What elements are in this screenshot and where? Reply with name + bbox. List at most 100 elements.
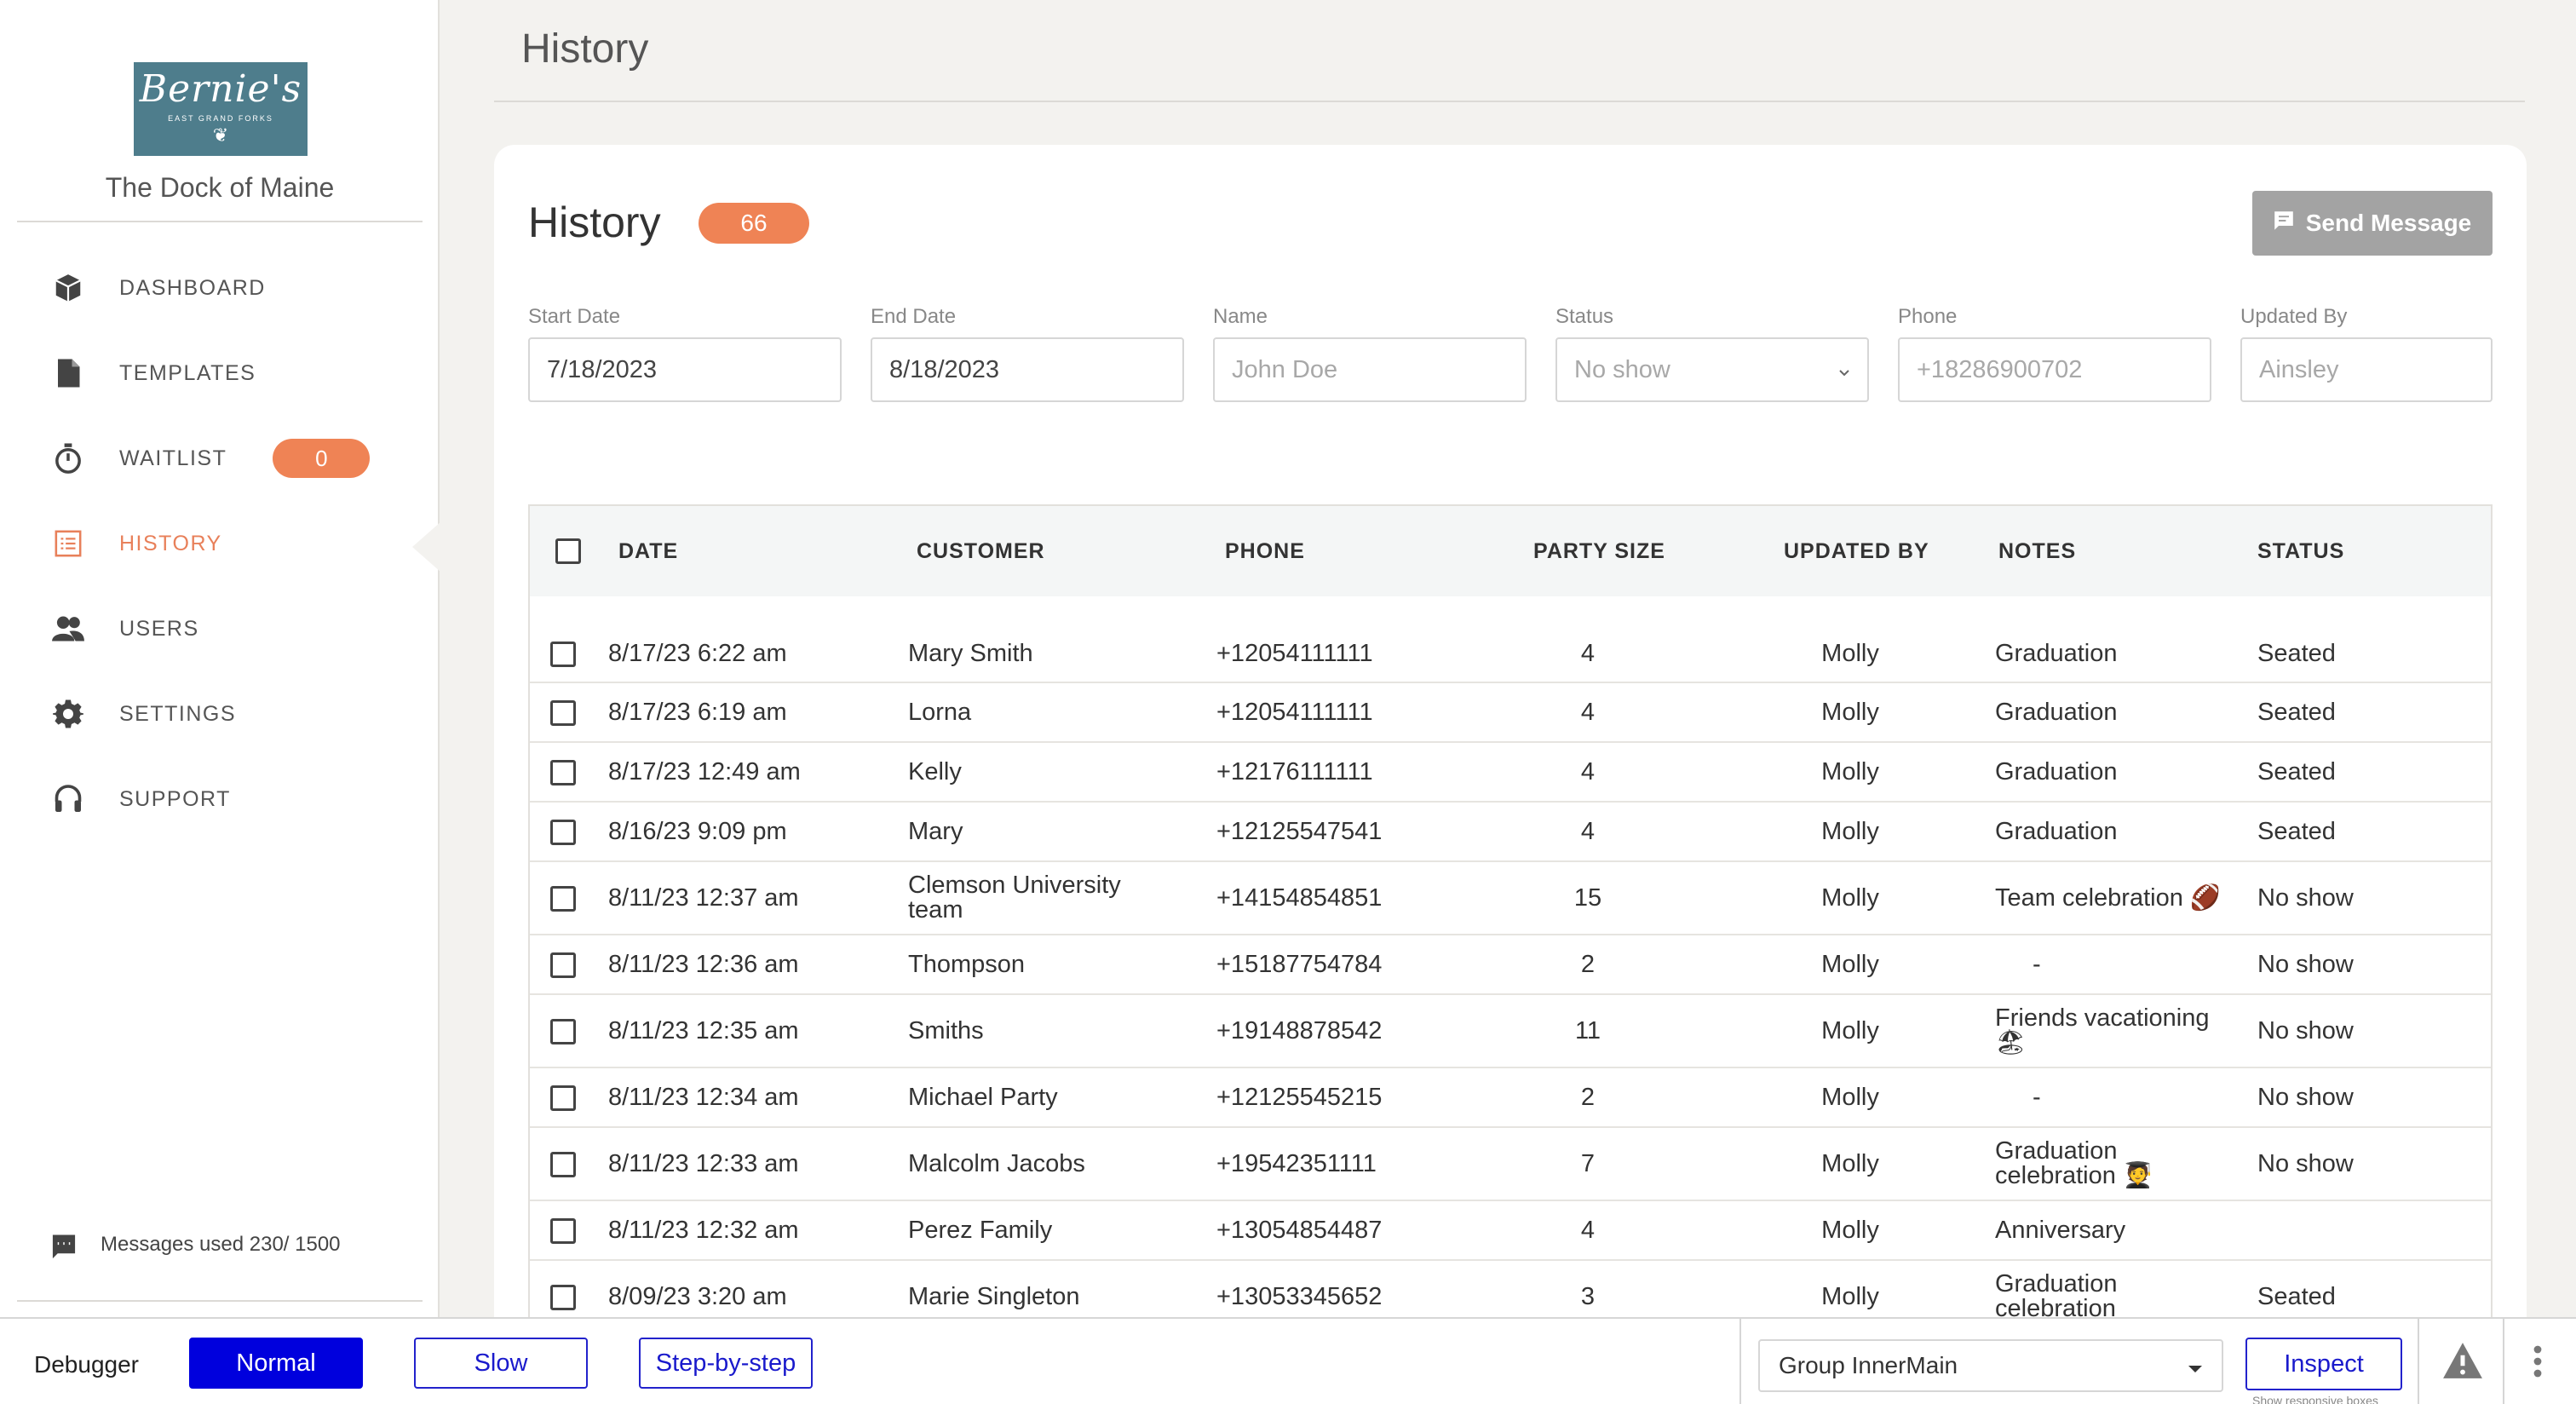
cell-updated-by: Molly: [1816, 803, 1884, 860]
table-row[interactable]: 8/17/23 6:19 am Lorna +12054111111 4 Molly Gr…: [530, 683, 2491, 743]
cell-customer: Mary Smith: [908, 625, 1164, 682]
cell-party-size-text: 2: [1580, 1083, 1596, 1111]
start-date-input[interactable]: 7/18/2023: [528, 337, 842, 402]
sidebar-item-templates[interactable]: TEMPLATES: [51, 348, 426, 399]
send-message-button[interactable]: Send Message: [2252, 191, 2493, 256]
cell-notes-text: Graduation: [1995, 698, 2118, 726]
table-row[interactable]: 8/17/23 6:22 am Mary Smith +12054111111 4 Mo…: [530, 625, 2491, 683]
col-notes[interactable]: NOTES: [1998, 539, 2076, 564]
row-checkbox[interactable]: [550, 700, 576, 726]
headset-icon: [51, 782, 85, 816]
row-checkbox[interactable]: [550, 642, 576, 667]
cell-notes-text: Graduation: [1995, 639, 2118, 667]
table-body: 8/17/23 6:22 am Mary Smith +12054111111 4 Mo…: [530, 625, 2491, 1334]
message-icon: [2274, 210, 2294, 237]
cell-phone: +15187754784: [1216, 935, 1382, 993]
col-updated-by[interactable]: UPDATED BY: [1784, 539, 1929, 564]
row-checkbox[interactable]: [550, 820, 576, 845]
cell-customer-text: Perez Family: [908, 1216, 1053, 1244]
row-checkbox[interactable]: [550, 1285, 576, 1310]
cell-date: 8/11/23 12:33 am: [608, 1128, 799, 1200]
cell-phone-text: +12125547541: [1216, 817, 1383, 845]
warning-icon[interactable]: [2441, 1341, 2484, 1384]
cell-status: Seated: [2257, 743, 2336, 801]
cell-notes: Friends vacationing 🏖: [1995, 995, 2234, 1067]
cell-updated-by: Molly: [1816, 1068, 1884, 1126]
cell-status-text: Seated: [2257, 757, 2336, 785]
sidebar-item-support[interactable]: SUPPORT: [51, 774, 426, 825]
inspect-button[interactable]: Inspect: [2245, 1338, 2402, 1390]
active-indicator: [412, 521, 441, 573]
row-checkbox[interactable]: [550, 886, 576, 912]
cell-date-text: 8/11/23 12:37 am: [608, 883, 799, 912]
col-date[interactable]: DATE: [618, 539, 678, 564]
row-checkbox[interactable]: [550, 1019, 576, 1044]
cell-notes-text: Friends vacationing 🏖: [1995, 1004, 2210, 1056]
cell-updated-by-text: Molly: [1821, 1083, 1879, 1111]
table-row[interactable]: 8/16/23 9:09 pm Mary +12125547541 4 Molly Gra…: [530, 803, 2491, 862]
cell-customer-text: Malcolm Jacobs: [908, 1149, 1085, 1177]
row-checkbox[interactable]: [550, 760, 576, 785]
row-checkbox[interactable]: [550, 1218, 576, 1244]
cell-phone: +19148878542: [1216, 995, 1382, 1067]
debugger-bar: Debugger Normal Slow Step-by-step Group …: [0, 1317, 2576, 1404]
cell-phone-text: +12054111111: [1216, 698, 1373, 726]
cell-notes-text: Graduation: [1995, 817, 2118, 845]
col-status[interactable]: STATUS: [2257, 539, 2344, 564]
cell-party-size: 2: [1554, 935, 1622, 993]
table-row[interactable]: 8/11/23 12:37 am Clemson University team +…: [530, 862, 2491, 935]
mode-step-button[interactable]: Step-by-step: [639, 1338, 813, 1389]
mode-slow-button[interactable]: Slow: [414, 1338, 588, 1389]
name-input[interactable]: [1213, 337, 1527, 402]
history-table: DATE CUSTOMER PHONE PARTY SIZE UPDATED B…: [528, 504, 2493, 1338]
group-select[interactable]: Group InnerMain: [1758, 1339, 2223, 1392]
logo-tagline: EAST GRAND FORKS: [168, 114, 273, 123]
cell-date-text: 8/17/23 6:19 am: [608, 698, 787, 726]
table-row[interactable]: 8/17/23 12:49 am Kelly +12176111111 4 Molly G…: [530, 743, 2491, 803]
status-select[interactable]: No show: [1555, 337, 1869, 402]
col-party-size[interactable]: PARTY SIZE: [1533, 539, 1665, 564]
cell-updated-by: Molly: [1816, 743, 1884, 801]
row-checkbox[interactable]: [550, 1085, 576, 1111]
sidebar-item-settings[interactable]: SETTINGS: [51, 688, 426, 739]
table-row[interactable]: 8/11/23 12:32 am Perez Family +13054854487…: [530, 1201, 2491, 1261]
cell-phone: +12054111111: [1216, 683, 1373, 741]
cell-phone-text: +12054111111: [1216, 639, 1373, 667]
mode-normal-button[interactable]: Normal: [189, 1338, 363, 1389]
cell-notes: Graduation celebration 🧑‍🎓: [1995, 1128, 2234, 1200]
table-row[interactable]: 8/11/23 12:33 am Malcolm Jacobs +195423511…: [530, 1128, 2491, 1201]
col-phone[interactable]: PHONE: [1225, 539, 1305, 564]
row-checkbox[interactable]: [550, 952, 576, 978]
cell-status-text: Seated: [2257, 698, 2336, 726]
cell-status-text: No show: [2257, 1083, 2354, 1111]
sidebar-item-history[interactable]: HISTORY: [51, 518, 426, 569]
cell-party-size-text: 3: [1580, 1282, 1596, 1310]
cell-customer: Michael Party: [908, 1068, 1164, 1126]
cell-phone-text: +13053345652: [1216, 1282, 1383, 1310]
restaurant-logo[interactable]: Bernie's EAST GRAND FORKS ❦: [134, 62, 308, 156]
logo-script: Bernie's: [139, 67, 302, 111]
more-vertical-icon[interactable]: [2532, 1344, 2544, 1383]
updated-by-input[interactable]: [2240, 337, 2493, 402]
table-row[interactable]: 8/11/23 12:35 am Smiths +19148878542 11 Moll…: [530, 995, 2491, 1068]
cell-phone: +19542351111: [1216, 1128, 1377, 1200]
end-date-input[interactable]: 8/18/2023: [871, 337, 1184, 402]
sidebar-item-dashboard[interactable]: DASHBOARD: [51, 262, 426, 314]
row-checkbox[interactable]: [550, 1152, 576, 1177]
cell-updated-by-text: Molly: [1821, 817, 1879, 845]
cell-notes: -: [1995, 935, 2234, 993]
cell-party-size-text: 4: [1580, 698, 1596, 726]
col-customer[interactable]: CUSTOMER: [917, 539, 1045, 564]
divider: [17, 1300, 423, 1302]
cell-status: No show: [2257, 995, 2354, 1067]
table-row[interactable]: 8/11/23 12:34 am Michael Party +1212554521…: [530, 1068, 2491, 1128]
cell-customer: Clemson University team: [908, 862, 1164, 934]
cell-customer: Kelly: [908, 743, 1164, 801]
divider: [2503, 1319, 2504, 1404]
phone-input[interactable]: [1898, 337, 2211, 402]
select-all-checkbox[interactable]: [555, 538, 581, 564]
cell-status-text: Seated: [2257, 1282, 2336, 1310]
sidebar-item-waitlist[interactable]: WAITLIST 0: [51, 433, 426, 484]
sidebar-item-users[interactable]: USERS: [51, 603, 426, 654]
table-row[interactable]: 8/11/23 12:36 am Thompson +15187754784 2 Mol…: [530, 935, 2491, 995]
